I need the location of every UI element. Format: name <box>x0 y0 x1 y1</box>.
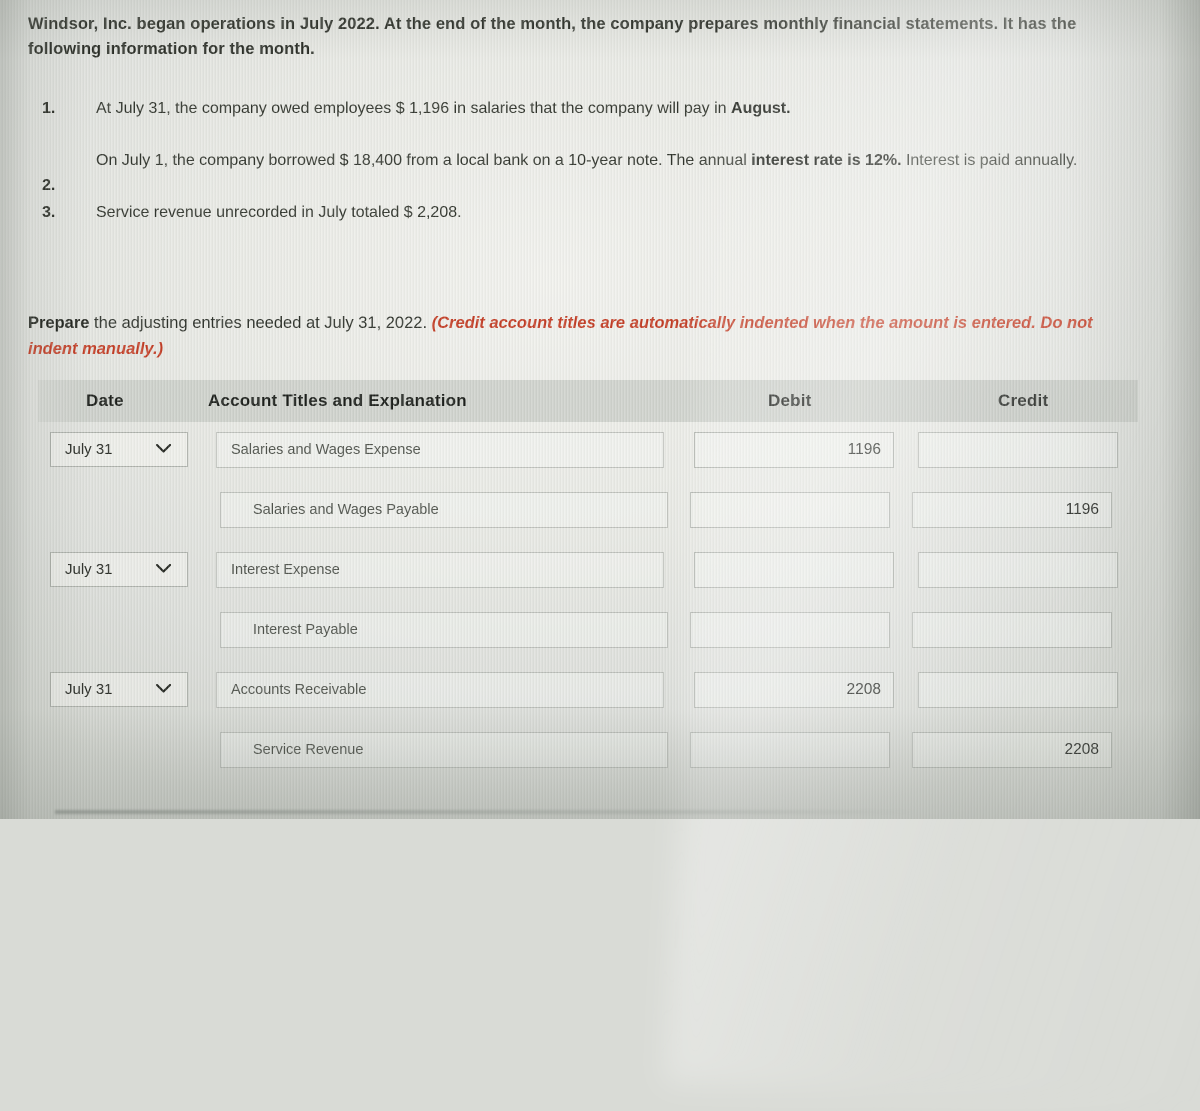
debit-amount-input[interactable] <box>690 612 890 648</box>
column-header-debit: Debit <box>768 391 812 410</box>
chevron-down-icon <box>156 444 171 453</box>
list-item-text-plain: At July 31, the company owed employees $… <box>96 100 732 117</box>
credit-amount-input[interactable] <box>912 612 1112 648</box>
date-dropdown-value: July 31 <box>65 681 113 698</box>
list-item-text: Service revenue unrecorded in July total… <box>96 200 1148 225</box>
credit-amount-input[interactable]: 1196 <box>912 492 1112 528</box>
instruction-normal: the adjusting entries needed at July 31,… <box>89 314 432 332</box>
page-content: Windsor, Inc. began operations in July 2… <box>0 0 1200 819</box>
date-dropdown-value: July 31 <box>65 441 113 458</box>
list-item-text-plain: On July 1, the company borrowed $ 18,400… <box>96 152 752 169</box>
table-row: July 31 Accounts Receivable 2208 <box>38 662 1148 722</box>
list-item: 1. At July 31, the company owed employee… <box>28 96 1148 126</box>
column-header-credit: Credit <box>998 391 1049 410</box>
debit-amount-value: 1196 <box>847 441 881 458</box>
credit-amount-value: 1196 <box>1065 501 1099 518</box>
account-title-value: Interest Payable <box>253 622 358 638</box>
table-row: Service Revenue 2208 <box>38 722 1148 782</box>
list-item-number: 1. <box>42 100 56 117</box>
list-item: 2. On July 1, the company borrowed $ 18,… <box>28 148 1148 194</box>
chevron-down-icon <box>156 684 171 693</box>
date-dropdown[interactable]: July 31 <box>50 432 188 467</box>
date-dropdown[interactable]: July 31 <box>50 552 188 587</box>
list-item: 3. Service revenue unrecorded in July to… <box>28 200 1148 230</box>
date-dropdown-value: July 31 <box>65 561 113 578</box>
table-row: Interest Payable <box>38 602 1148 662</box>
account-title-input[interactable]: Service Revenue <box>220 732 668 768</box>
account-title-value: Salaries and Wages Payable <box>253 502 439 518</box>
debit-amount-input[interactable]: 1196 <box>694 432 894 468</box>
list-item-text-plain-2: Interest is paid annually. <box>901 152 1078 169</box>
instruction-bold-lead: Prepare <box>28 314 90 332</box>
list-item-text-bold: interest rate is 12%. <box>751 152 902 169</box>
date-dropdown[interactable]: July 31 <box>50 672 188 707</box>
account-title-input[interactable]: Salaries and Wages Payable <box>220 492 668 528</box>
account-title-value: Accounts Receivable <box>231 682 367 698</box>
debit-amount-input[interactable]: 2208 <box>694 672 894 708</box>
instruction-paragraph: Prepare the adjusting entries needed at … <box>28 310 1143 362</box>
table-row: Salaries and Wages Payable 1196 <box>38 482 1148 542</box>
list-item-number: 2. <box>42 177 56 194</box>
account-title-input[interactable]: Accounts Receivable <box>216 672 664 708</box>
account-title-value: Service Revenue <box>253 742 364 758</box>
account-title-input[interactable]: Salaries and Wages Expense <box>216 432 664 468</box>
intro-line-1: Windsor, Inc. began operations in July 2… <box>28 15 1077 33</box>
account-title-value: Interest Expense <box>231 562 340 578</box>
credit-amount-input[interactable] <box>918 552 1118 588</box>
credit-amount-input[interactable]: 2208 <box>912 732 1112 768</box>
table-row: July 31 Interest Expense <box>38 542 1148 602</box>
list-item-text: At July 31, the company owed employees $… <box>96 96 1148 121</box>
list-item-number: 3. <box>42 204 56 221</box>
journal-entry-table: Date Account Titles and Explanation Debi… <box>38 380 1148 782</box>
debit-amount-value: 2208 <box>846 681 881 698</box>
intro-paragraph: Windsor, Inc. began operations in July 2… <box>28 12 1148 62</box>
credit-amount-input[interactable] <box>918 432 1118 468</box>
credit-amount-value: 2208 <box>1064 741 1099 758</box>
column-header-date: Date <box>86 391 124 410</box>
intro-line-2: following information for the month. <box>28 40 315 58</box>
list-item-text-bold: August. <box>731 100 791 117</box>
list-item-text-plain: Service revenue unrecorded in July total… <box>96 204 462 221</box>
table-header-row: Date Account Titles and Explanation Debi… <box>38 380 1138 422</box>
debit-amount-input[interactable] <box>690 732 890 768</box>
account-title-input[interactable]: Interest Payable <box>220 612 668 648</box>
facts-list: 1. At July 31, the company owed employee… <box>28 96 1148 252</box>
list-item-text: On July 1, the company borrowed $ 18,400… <box>96 148 1148 173</box>
debit-amount-input[interactable] <box>690 492 890 528</box>
debit-amount-input[interactable] <box>694 552 894 588</box>
table-row: July 31 Salaries and Wages Expense 1196 <box>38 422 1148 482</box>
credit-amount-input[interactable] <box>918 672 1118 708</box>
chevron-down-icon <box>156 564 171 573</box>
column-header-account: Account Titles and Explanation <box>208 391 467 410</box>
account-title-input[interactable]: Interest Expense <box>216 552 664 588</box>
account-title-value: Salaries and Wages Expense <box>231 442 421 458</box>
